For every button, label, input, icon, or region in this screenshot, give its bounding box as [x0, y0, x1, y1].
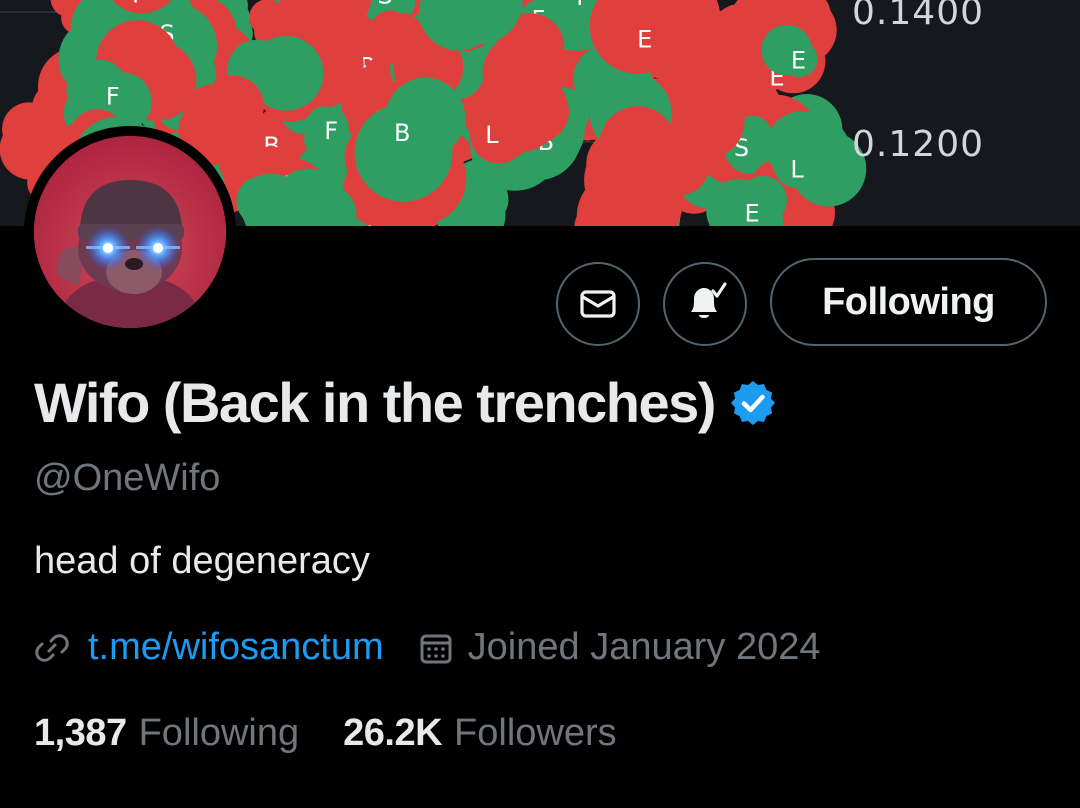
following-stat[interactable]: 1,387 Following: [34, 712, 299, 755]
verified-badge-icon[interactable]: [729, 379, 777, 427]
joined-label: Joined January 2024: [467, 626, 821, 668]
bell-check-icon: [691, 282, 727, 318]
message-button[interactable]: [556, 262, 640, 346]
price-tick-label: 0.1200: [852, 124, 984, 165]
following-label: Following: [138, 712, 300, 754]
price-tick-label: 0.1400: [852, 0, 984, 33]
following-count: 1,387: [34, 712, 127, 754]
user-handle: @OneWifo: [34, 457, 221, 499]
avatar-image: [34, 136, 226, 328]
svg-text:E: E: [791, 47, 806, 75]
avatar[interactable]: [24, 126, 236, 338]
display-name: Wifo (Back in the trenches): [34, 371, 716, 434]
svg-text:P: P: [132, 0, 146, 9]
calendar-icon: [420, 634, 452, 663]
link-icon: [35, 633, 69, 662]
svg-text:F: F: [324, 117, 338, 145]
svg-text:F: F: [106, 83, 120, 111]
svg-text:E: E: [744, 199, 759, 226]
profile-bio: head of degeneracy: [34, 540, 370, 582]
svg-text:L: L: [485, 121, 499, 149]
profile-meta: t.me/wifosanctum Joined January 2024: [34, 626, 820, 669]
svg-text:F: F: [576, 0, 590, 11]
svg-text:L: L: [790, 155, 804, 183]
notifications-button[interactable]: [663, 262, 747, 346]
followers-count: 26.2K: [343, 712, 443, 754]
profile-link[interactable]: t.me/wifosanctum: [88, 626, 384, 669]
svg-text:B: B: [394, 119, 410, 147]
joined-date: Joined January 2024: [418, 626, 821, 669]
followers-stat[interactable]: 26.2K Followers: [343, 712, 617, 755]
followers-label: Followers: [454, 712, 617, 754]
svg-text:S: S: [377, 0, 392, 9]
name-row: Wifo (Back in the trenches): [34, 370, 777, 435]
svg-text:E: E: [637, 25, 652, 53]
envelope-icon: [580, 290, 616, 318]
following-button[interactable]: Following: [770, 258, 1047, 346]
follow-stats: 1,387 Following 26.2K Followers: [34, 712, 617, 755]
